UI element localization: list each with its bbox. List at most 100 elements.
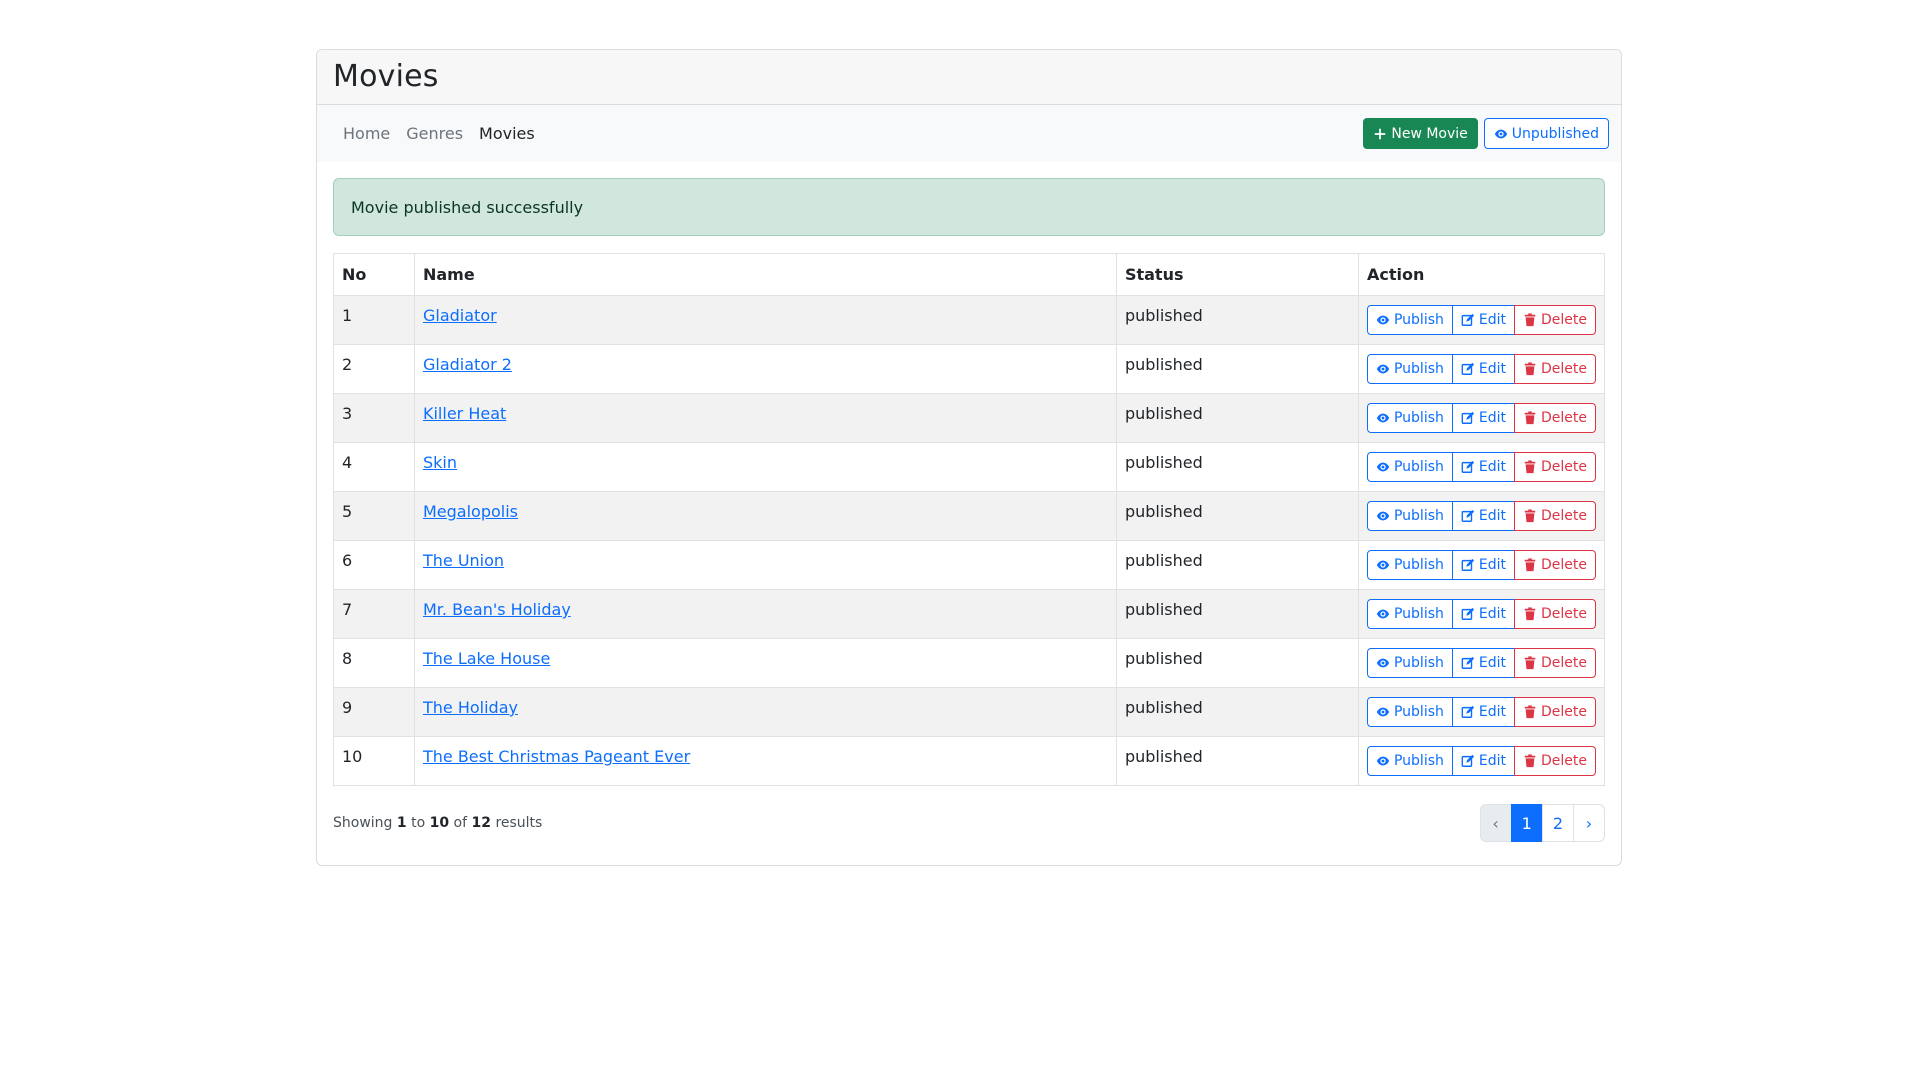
table-row: 8 The Lake House published Publish Edit: [333, 638, 1606, 688]
publish-button[interactable]: Publish: [1366, 452, 1453, 482]
publish-button[interactable]: Publish: [1366, 550, 1453, 580]
page-next-button[interactable]: ›: [1573, 804, 1605, 842]
edit-button[interactable]: Edit: [1451, 550, 1515, 580]
edit-label: Edit: [1478, 508, 1506, 524]
publish-button[interactable]: Publish: [1366, 648, 1453, 678]
plus-icon: [1373, 127, 1387, 141]
delete-button[interactable]: Delete: [1514, 452, 1596, 482]
publish-button[interactable]: Publish: [1366, 501, 1453, 531]
trash-icon: [1523, 313, 1537, 327]
cell-no: 8: [333, 638, 415, 688]
header-name: Name: [413, 253, 1117, 296]
page-2-button[interactable]: 2: [1541, 804, 1574, 842]
delete-label: Delete: [1541, 459, 1587, 475]
delete-button[interactable]: Delete: [1514, 697, 1596, 727]
edit-button[interactable]: Edit: [1451, 354, 1515, 384]
cell-name: The Holiday: [413, 687, 1117, 737]
nav-link-genres[interactable]: Genres: [398, 124, 471, 143]
page-prev-button[interactable]: ‹: [1479, 804, 1512, 842]
movie-link[interactable]: Mr. Bean's Holiday: [423, 600, 571, 619]
navbar: Home Genres Movies New Movie Unpublished: [317, 105, 1621, 162]
table-row: 4 Skin published Publish Edit Delete: [333, 442, 1606, 492]
publish-button[interactable]: Publish: [1366, 403, 1453, 433]
summary-to: to: [411, 815, 426, 831]
delete-button[interactable]: Delete: [1514, 599, 1596, 629]
unpublished-button[interactable]: Unpublished: [1483, 118, 1609, 149]
publish-label: Publish: [1393, 410, 1444, 426]
eye-icon: [1376, 362, 1390, 376]
delete-button[interactable]: Delete: [1514, 501, 1596, 531]
table-header-row: No Name Status Action: [333, 253, 1606, 296]
edit-button[interactable]: Edit: [1451, 697, 1515, 727]
nav-actions: New Movie Unpublished: [1363, 118, 1609, 149]
table-row: 7 Mr. Bean's Holiday published Publish E…: [333, 589, 1606, 639]
cell-no: 5: [333, 491, 415, 541]
edit-icon: [1461, 362, 1475, 376]
movie-link[interactable]: Megalopolis: [423, 502, 518, 521]
edit-label: Edit: [1478, 410, 1506, 426]
edit-button[interactable]: Edit: [1451, 305, 1515, 335]
movie-link[interactable]: The Lake House: [423, 649, 550, 668]
cell-no: 3: [333, 393, 415, 443]
eye-icon: [1376, 460, 1390, 474]
publish-button[interactable]: Publish: [1366, 599, 1453, 629]
movie-link[interactable]: Gladiator: [423, 306, 497, 325]
table-row: 3 Killer Heat published Publish Edit Del…: [333, 393, 1606, 443]
action-button-group: Publish Edit Delete: [1366, 354, 1596, 384]
cell-status: published: [1115, 442, 1359, 492]
edit-button[interactable]: Edit: [1451, 746, 1515, 776]
edit-button[interactable]: Edit: [1451, 501, 1515, 531]
summary-from: 1: [396, 815, 407, 831]
table-row: 9 The Holiday published Publish Edit Del…: [333, 687, 1606, 737]
delete-button[interactable]: Delete: [1514, 550, 1596, 580]
movie-link[interactable]: Killer Heat: [423, 404, 506, 423]
edit-button[interactable]: Edit: [1451, 452, 1515, 482]
publish-button[interactable]: Publish: [1366, 746, 1453, 776]
new-movie-button[interactable]: New Movie: [1363, 118, 1478, 149]
delete-button[interactable]: Delete: [1514, 354, 1596, 384]
action-button-group: Publish Edit Delete: [1366, 648, 1596, 678]
cell-name: Mr. Bean's Holiday: [413, 589, 1117, 639]
cell-action: Publish Edit Delete: [1357, 442, 1606, 492]
movie-link[interactable]: The Union: [423, 551, 504, 570]
action-button-group: Publish Edit Delete: [1366, 305, 1596, 335]
cell-action: Publish Edit Delete: [1357, 344, 1606, 394]
edit-label: Edit: [1478, 459, 1506, 475]
action-button-group: Publish Edit Delete: [1366, 452, 1596, 482]
page-1-button[interactable]: 1: [1510, 804, 1543, 842]
movie-link[interactable]: The Best Christmas Pageant Ever: [423, 747, 690, 766]
trash-icon: [1523, 411, 1537, 425]
nav-link-home[interactable]: Home: [335, 124, 398, 143]
summary-total: 12: [471, 815, 491, 831]
delete-label: Delete: [1541, 655, 1587, 671]
cell-status: published: [1115, 295, 1359, 345]
cell-no: 6: [333, 540, 415, 590]
publish-button[interactable]: Publish: [1366, 697, 1453, 727]
publish-button[interactable]: Publish: [1366, 305, 1453, 335]
delete-button[interactable]: Delete: [1514, 403, 1596, 433]
publish-label: Publish: [1393, 655, 1444, 671]
movie-link[interactable]: Gladiator 2: [423, 355, 512, 374]
publish-button[interactable]: Publish: [1366, 354, 1453, 384]
delete-button[interactable]: Delete: [1514, 746, 1596, 776]
delete-label: Delete: [1541, 557, 1587, 573]
edit-label: Edit: [1478, 361, 1506, 377]
cell-name: Gladiator 2: [413, 344, 1117, 394]
edit-label: Edit: [1478, 557, 1506, 573]
cell-no: 2: [333, 344, 415, 394]
results-summary: Showing 1 to 10 of 12 results: [333, 815, 542, 831]
movie-link[interactable]: Skin: [423, 453, 457, 472]
movie-link[interactable]: The Holiday: [423, 698, 518, 717]
delete-button[interactable]: Delete: [1514, 648, 1596, 678]
edit-label: Edit: [1478, 312, 1506, 328]
cell-name: The Best Christmas Pageant Ever: [413, 736, 1117, 786]
nav-link-movies[interactable]: Movies: [471, 124, 543, 143]
pagination: ‹ 1 2 ›: [1479, 804, 1605, 842]
edit-button[interactable]: Edit: [1451, 648, 1515, 678]
eye-icon: [1376, 411, 1390, 425]
edit-button[interactable]: Edit: [1451, 599, 1515, 629]
trash-icon: [1523, 705, 1537, 719]
eye-icon: [1376, 607, 1390, 621]
edit-button[interactable]: Edit: [1451, 403, 1515, 433]
delete-button[interactable]: Delete: [1514, 305, 1596, 335]
